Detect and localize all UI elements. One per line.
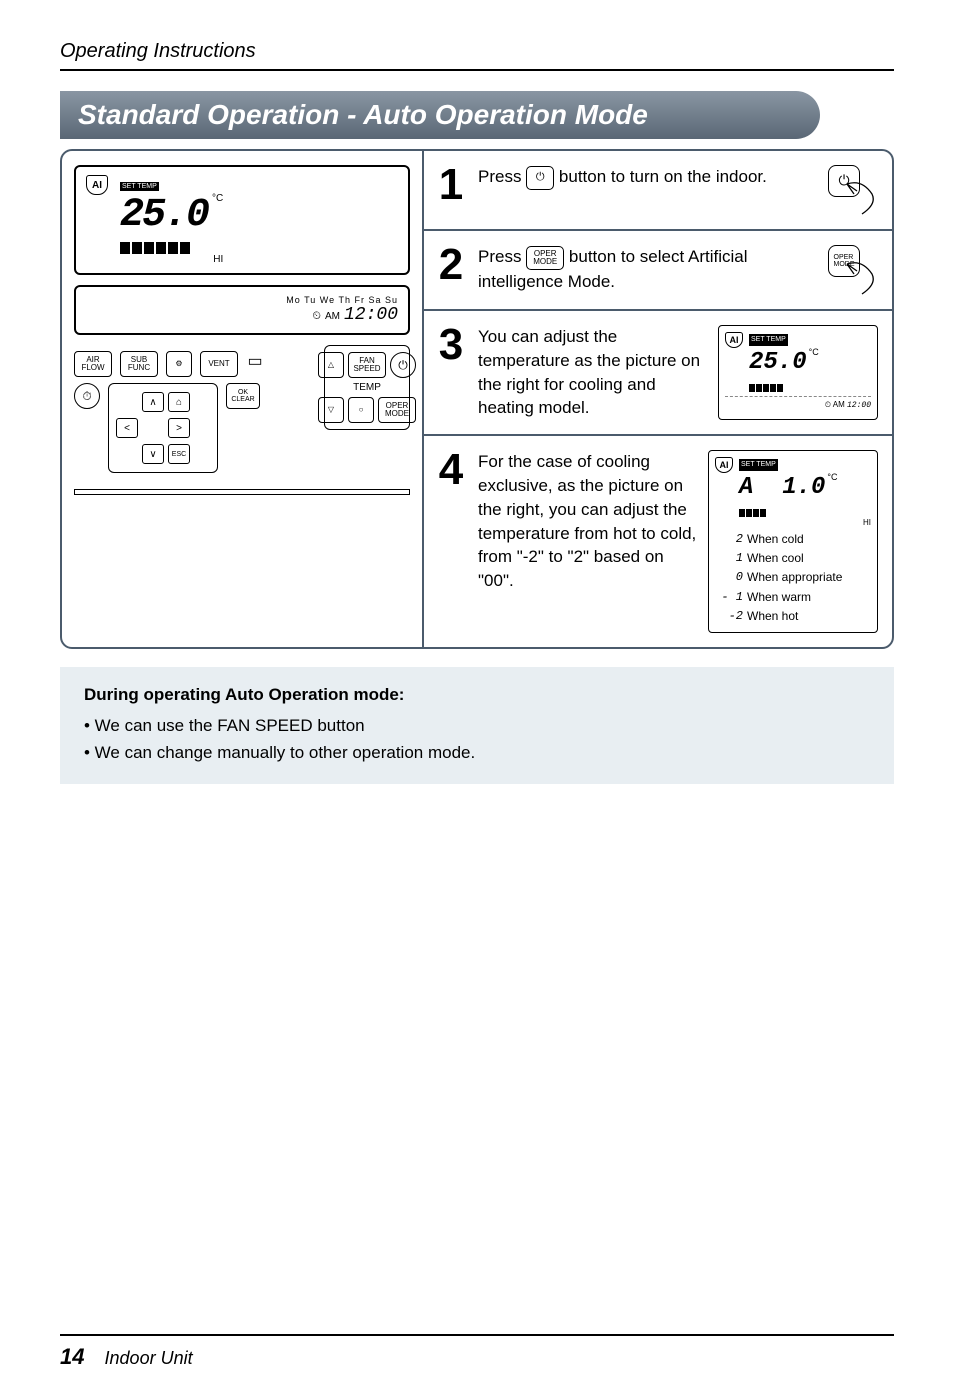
legend-txt: When appropriate [747, 568, 842, 587]
note-box: During operating Auto Operation mode: • … [60, 667, 894, 785]
step-pre: Press [478, 247, 526, 266]
set-temp-tag: SET TEMP [749, 334, 788, 346]
legend-sym: -2 [715, 607, 743, 626]
temp-label: TEMP [353, 382, 381, 393]
right-button[interactable]: > [168, 418, 190, 438]
note-bullet: • We can change manually to other operat… [84, 739, 876, 766]
lcd-temperature: 25.0 [120, 193, 208, 238]
esc-button[interactable]: ESC [168, 444, 190, 464]
mini-display-heating: AI SET TEMP 25.0 °C ⏲ AM [718, 325, 878, 420]
ai-icon: AI [715, 457, 733, 473]
page-header: Operating Instructions [60, 40, 894, 71]
mini-am: AM [833, 400, 845, 409]
signal-bars-icon [739, 509, 871, 517]
mini-unit: °C [827, 471, 837, 484]
oper-mode-button[interactable]: OPER MODE [378, 397, 416, 423]
legend-txt: When cold [747, 530, 804, 549]
page-footer: 14 Indoor Unit [60, 1334, 894, 1370]
step-number: 1 [434, 165, 468, 205]
lcd-display-2: Mo Tu We Th Fr Sa Su ⏲ AM 12:00 [74, 285, 410, 335]
fan-speed-button[interactable]: FAN SPEED [348, 352, 386, 378]
right-button-group: △ FAN SPEED ⏻ TEMP ▽ ○ OPER MODE [324, 345, 410, 430]
home-button[interactable]: ⌂ [168, 392, 190, 412]
am-label: AM [325, 311, 340, 322]
remote-base [74, 489, 410, 495]
step-text: For the case of cooling exclusive, as th… [478, 450, 698, 633]
temp-up-button[interactable]: △ [318, 352, 344, 378]
temp-unit: °C [212, 193, 223, 204]
step-number: 4 [434, 450, 468, 490]
legend-txt: When warm [747, 588, 811, 607]
remote-illustration: AI SET TEMP 25.0 °C HI Mo Tu We Th Fr Sa… [62, 151, 422, 647]
signal-bars-icon [120, 242, 223, 254]
time-label: 12:00 [344, 305, 398, 325]
power-button[interactable]: ⏻ [390, 352, 416, 378]
step-3: 3 You can adjust the temperature as the … [424, 311, 892, 436]
step-number: 3 [434, 325, 468, 365]
ok-clear-button[interactable]: OK CLEAR [226, 383, 260, 409]
mini-display-cooling: AI SET TEMP A 1.0 °C HI [708, 450, 878, 633]
ir-indicator-icon: ▭ [246, 351, 264, 377]
step-4: 4 For the case of cooling exclusive, as … [424, 436, 892, 647]
signal-bars-icon [749, 384, 819, 392]
footer-label: Indoor Unit [105, 1348, 193, 1368]
legend-sym: 0 [715, 568, 743, 587]
vent-button[interactable]: VENT [200, 351, 238, 377]
press-gesture-icon: ⏻ [828, 165, 878, 215]
step-1: 1 Press ⏻ button to turn on the indoor. … [424, 151, 892, 231]
left-button[interactable]: < [116, 418, 138, 438]
legend-txt: When cool [747, 549, 804, 568]
mini-disp: A 1.0 [739, 471, 825, 505]
mini-temp: 25.0 [749, 346, 807, 380]
legend-txt: When hot [747, 607, 798, 626]
legend-sym: 2 [715, 530, 743, 549]
days-label: Mo Tu We Th Fr Sa Su [86, 295, 398, 305]
section-banner: Standard Operation - Auto Operation Mode [60, 91, 820, 139]
step-pre: Press [478, 167, 526, 186]
steps-column: 1 Press ⏻ button to turn on the indoor. … [422, 151, 892, 647]
temp-down-button[interactable]: ▽ [318, 397, 344, 423]
main-content: AI SET TEMP 25.0 °C HI Mo Tu We Th Fr Sa… [60, 149, 894, 649]
section-title: Standard Operation - Auto Operation Mode [78, 99, 648, 130]
down-button[interactable]: ∨ [142, 444, 164, 464]
clock-icon: ⏲ [312, 310, 321, 323]
timer-button[interactable]: ⏱ [74, 383, 100, 409]
button-cluster: AIR FLOW SUB FUNC ⚙ VENT ▭ ⏱ ∧ ⌂ < > [74, 345, 410, 473]
note-bullet: • We can use the FAN SPEED button [84, 712, 876, 739]
set-temp-tag: SET TEMP [739, 459, 778, 471]
air-flow-button[interactable]: AIR FLOW [74, 351, 112, 377]
ai-icon: AI [725, 332, 743, 348]
press-gesture-icon: OPER MODE [828, 245, 878, 295]
clock-icon: ⏲ [825, 400, 831, 409]
page-number: 14 [60, 1344, 84, 1369]
mini-time: 12:00 [847, 401, 871, 410]
note-heading: During operating Auto Operation mode: [84, 681, 876, 708]
circle-button[interactable]: ○ [348, 397, 374, 423]
hi-label: HI [739, 517, 871, 528]
step-text: Press ⏻ button to turn on the indoor. [478, 165, 818, 215]
lcd-display-1: AI SET TEMP 25.0 °C HI [74, 165, 410, 275]
ai-icon: AI [86, 175, 108, 195]
step-text: Press OPER MODE button to select Artific… [478, 245, 818, 295]
step-2: 2 Press OPER MODE button to select Artif… [424, 231, 892, 311]
settings-button[interactable]: ⚙ [166, 351, 192, 377]
hi-label: HI [120, 254, 223, 265]
up-button[interactable]: ∧ [142, 392, 164, 412]
legend-sym: - 1 [715, 588, 743, 607]
temp-legend: 2When cold 1When cool 0When appropriate … [715, 530, 871, 626]
sub-func-button[interactable]: SUB FUNC [120, 351, 158, 377]
step-text: You can adjust the temperature as the pi… [478, 325, 708, 420]
oper-mode-icon: OPER MODE [526, 246, 564, 270]
step-number: 2 [434, 245, 468, 285]
set-temp-tag: SET TEMP [120, 182, 159, 191]
arrow-pad: ∧ ⌂ < > ∨ ESC [108, 383, 218, 473]
power-icon: ⏻ [526, 166, 554, 190]
mini-unit: °C [809, 346, 819, 359]
step-post: button to turn on the indoor. [559, 167, 767, 186]
legend-sym: 1 [715, 549, 743, 568]
